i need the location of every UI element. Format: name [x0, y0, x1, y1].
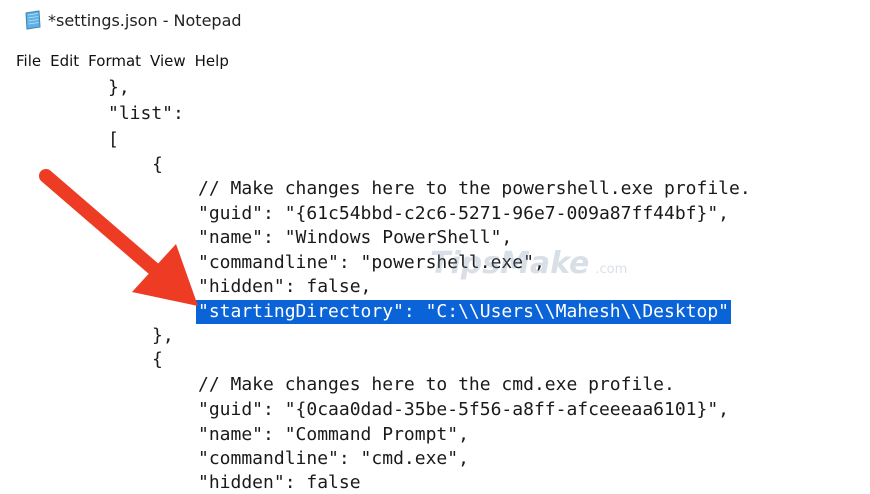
watermark: TipsMake .com [430, 246, 627, 281]
code-line: // Make changes here to the powershell.e… [198, 178, 751, 199]
menu-help[interactable]: Help [195, 50, 229, 72]
code-line: { [152, 154, 163, 175]
menu-view[interactable]: View [150, 50, 186, 72]
code-line: "guid": "{0caa0dad-35be-5f56-a8ff-afceee… [198, 399, 730, 420]
watermark-suffix: .com [595, 262, 628, 277]
code-line: "commandline": "cmd.exe", [198, 448, 469, 469]
menu-edit[interactable]: Edit [50, 50, 79, 72]
title-bar: *settings.json - Notepad [0, 0, 870, 40]
code-line: }, [108, 77, 130, 98]
code-line: "hidden": false, [198, 276, 372, 297]
code-line: [ [108, 129, 119, 150]
code-line: { [152, 349, 163, 370]
notepad-icon [25, 10, 41, 30]
selected-code-line[interactable]: "startingDirectory": "C:\\Users\\Mahesh\… [196, 300, 732, 324]
code-line: "list": [108, 103, 184, 124]
code-line: // Make changes here to the cmd.exe prof… [198, 374, 675, 395]
code-line: "name": "Command Prompt", [198, 424, 469, 445]
code-line: }, [152, 325, 174, 346]
text-editor[interactable]: }, "list": [ { // Make changes here to t… [0, 76, 870, 494]
code-line: "guid": "{61c54bbd-c2c6-5271-96e7-009a87… [198, 203, 730, 224]
window-title: *settings.json - Notepad [48, 10, 242, 30]
watermark-text: TipsMake [430, 246, 590, 281]
menu-format[interactable]: Format [88, 50, 141, 72]
menu-file[interactable]: File [16, 50, 41, 72]
menu-bar: File Edit Format View Help [0, 48, 238, 74]
notepad-window: *settings.json - Notepad File Edit Forma… [0, 0, 870, 494]
code-line: "hidden": false [198, 472, 361, 493]
